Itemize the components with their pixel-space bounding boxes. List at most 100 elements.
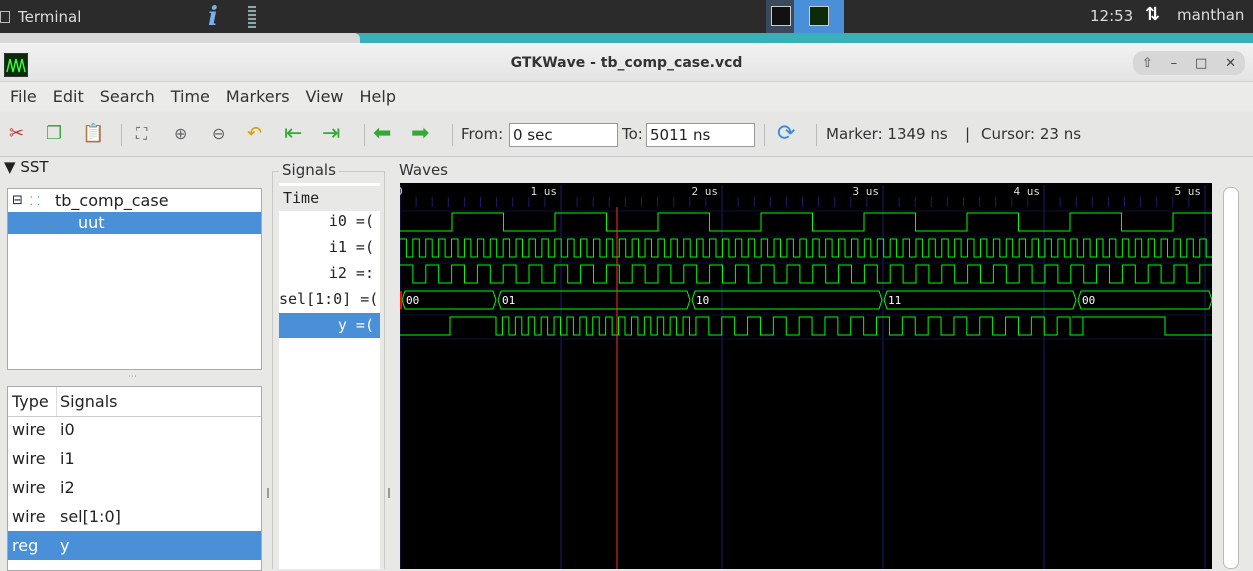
wave-y-tail (1072, 317, 1212, 335)
taskbar-user[interactable]: manthan (1177, 6, 1244, 24)
row-signal: y (60, 536, 70, 555)
timeline-label: 1 us (531, 185, 558, 198)
paste-icon[interactable]: 📋 (82, 124, 104, 144)
time-header: Time (279, 186, 380, 211)
signals-pane-label: Signals (279, 161, 339, 179)
table-row[interactable]: reg y (8, 531, 261, 560)
zoom-to-start-icon[interactable]: ⇤ (284, 123, 302, 145)
menu-file[interactable]: File (0, 87, 43, 106)
wave-sel-segment (1077, 290, 1212, 310)
hierarchy-tree[interactable]: ⊟ ⸬ tb_comp_case ⸬ uut (7, 188, 262, 370)
row-signal: i2 (60, 478, 75, 497)
column-header-type[interactable]: Type (12, 387, 49, 416)
pane-splitter[interactable]: ⋯ (0, 372, 265, 382)
zoom-to-end-icon[interactable]: ⇥ (322, 123, 340, 145)
cut-icon[interactable]: ✂ (9, 124, 24, 144)
tree-node-uut[interactable]: ⸬ uut (8, 212, 261, 234)
cpu-meter-icon (248, 6, 256, 28)
wave-i0 (400, 212, 1212, 232)
wave-sel-segment (883, 290, 1077, 310)
sst-title: SST (20, 158, 49, 176)
shade-icon[interactable]: ⇧ (1142, 56, 1153, 71)
toolbar-separator (816, 124, 817, 146)
window-controls: ⇧ – □ ✕ (1133, 51, 1245, 75)
signal-row-i2[interactable]: i2 =: (279, 261, 380, 286)
from-time-input[interactable]: 0 sec (509, 123, 618, 147)
sst-header[interactable]: ▼ SST (4, 158, 49, 176)
timeline-ruler (400, 183, 1212, 197)
splitter-grip[interactable] (388, 488, 390, 498)
window-titlebar[interactable]: GTKWave - tb_comp_case.vcd ⇧ – □ ✕ (0, 43, 1253, 82)
taskbar-terminal-item[interactable]: Terminal (0, 0, 81, 33)
to-time-input[interactable]: 5011 ns (646, 123, 755, 147)
expander-down-icon: ▼ (4, 158, 16, 176)
maximize-icon[interactable]: □ (1195, 56, 1207, 71)
menu-markers[interactable]: Markers (216, 87, 296, 106)
wave-i1 (400, 238, 1212, 258)
zoom-out-icon[interactable]: ⊖ (212, 124, 225, 144)
signals-frame (272, 171, 273, 569)
taskbar-clock[interactable]: 12:53 (1090, 7, 1133, 25)
copy-icon[interactable]: ❐ (46, 124, 62, 144)
signal-row-sel[interactable]: sel[1:0] =( (279, 287, 380, 312)
row-type: wire (12, 478, 46, 497)
signal-row-i0[interactable]: i0 =( (279, 209, 380, 234)
taskbar-terminal-window[interactable] (766, 0, 794, 33)
gtkwave-window-icon (809, 6, 829, 26)
table-row[interactable]: wire i0 (8, 415, 261, 444)
find-previous-edge-icon[interactable]: ⬅ (373, 123, 391, 145)
taskbar-gtkwave-window[interactable] (794, 0, 844, 33)
toolbar-separator (764, 124, 765, 146)
table-row[interactable]: wire i1 (8, 444, 261, 473)
tree-collapse-icon[interactable]: ⊟ (12, 190, 23, 212)
timeline-label: 5 us (1175, 185, 1202, 198)
signal-type-table: Type Signals wire i0 wire i1 wire i2 wir… (7, 386, 262, 571)
menu-help[interactable]: Help (350, 87, 402, 106)
taskbar-terminal-label: Terminal (18, 7, 82, 26)
reload-icon[interactable]: ⟳ (777, 123, 795, 145)
info-icon[interactable]: i (208, 2, 218, 32)
minimize-icon[interactable]: – (1171, 56, 1178, 71)
zoom-in-icon[interactable]: ⊕ (174, 124, 187, 144)
tree-node-label: uut (78, 213, 105, 232)
row-type: wire (12, 420, 46, 439)
bus-value-label: 00 (1082, 294, 1095, 307)
row-signal: sel[1:0] (60, 507, 121, 526)
table-row[interactable]: wire sel[1:0] (8, 502, 261, 531)
row-type: wire (12, 449, 46, 468)
signal-row-y[interactable]: y =( (279, 313, 380, 338)
toolbar-separator (121, 124, 122, 146)
table-header: Type Signals (8, 387, 261, 417)
row-signal: i1 (60, 449, 75, 468)
tree-node-tb_comp_case[interactable]: ⊟ ⸬ tb_comp_case (8, 190, 261, 212)
waveform-display[interactable]: 0 1 us 2 us 3 us 4 us 5 us 00 01 10 11 00 (400, 183, 1212, 569)
signal-row-i1[interactable]: i1 =( (279, 235, 380, 260)
menu-time[interactable]: Time (161, 87, 216, 106)
signals-list[interactable]: Time i0 =( i1 =( i2 =: sel[1:0] =( y =( (279, 183, 380, 569)
row-type: reg (12, 536, 39, 555)
module-icon: ⸬ (30, 194, 40, 208)
zoom-fit-icon[interactable]: ⛶ (136, 124, 147, 144)
row-type: wire (12, 507, 46, 526)
scrollbar-track[interactable] (1223, 187, 1239, 569)
bus-value-label: 10 (696, 294, 709, 307)
undo-zoom-icon[interactable]: ↶ (247, 124, 262, 144)
cursor-readout: Cursor: 23 ns (981, 125, 1082, 143)
network-arrows-icon[interactable]: ⇅ (1145, 4, 1160, 25)
timeline-label: 3 us (853, 185, 880, 198)
menu-edit[interactable]: Edit (43, 87, 90, 106)
close-icon[interactable]: ✕ (1225, 56, 1236, 71)
menu-view[interactable]: View (296, 87, 350, 106)
splitter-grip[interactable] (267, 488, 269, 498)
waveform-canvas[interactable]: 0 1 us 2 us 3 us 4 us 5 us 00 01 10 11 00 (400, 183, 1212, 569)
timeline-label: 0 (400, 185, 403, 198)
timeline-label: 2 us (692, 185, 719, 198)
vertical-scrollbar[interactable] (1213, 183, 1253, 569)
row-signal: i0 (60, 420, 75, 439)
menu-search[interactable]: Search (90, 87, 161, 106)
table-row[interactable]: wire i2 (8, 473, 261, 502)
find-next-edge-icon[interactable]: ➡ (411, 123, 429, 145)
column-header-signals[interactable]: Signals (60, 387, 117, 416)
toolbar: ✂ ❐ 📋 ⛶ ⊕ ⊖ ↶ ⇤ ⇥ ⬅ ➡ From: 0 sec To: 50… (0, 112, 1253, 157)
wave-i2 (400, 264, 1212, 284)
